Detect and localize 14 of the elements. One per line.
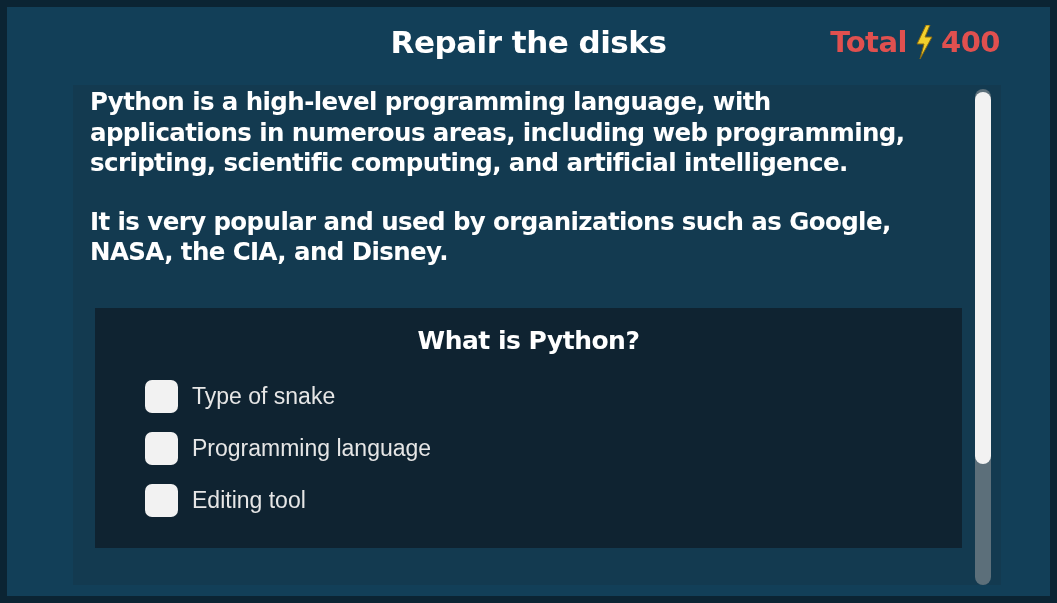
total-label: Total <box>830 25 907 59</box>
option-label[interactable]: Type of snake <box>192 382 336 410</box>
scrollbar[interactable] <box>975 89 991 585</box>
option-label[interactable]: Editing tool <box>192 486 306 514</box>
total-value: 400 <box>940 25 1000 59</box>
option-label[interactable]: Programming language <box>192 434 432 462</box>
paragraph: It is very popular and used by organizations such as Google, NASA, the CIA, and Disney. <box>90 206 892 268</box>
question: What is Python? <box>416 325 641 355</box>
checkbox[interactable] <box>145 379 178 413</box>
checkbox[interactable] <box>145 483 178 517</box>
paragraph: Python is a high-level programming language, with applications in numerous areas, including web programming, scripting, scientific computing, and artificial intelligence. <box>90 87 906 179</box>
scroll-thumb[interactable] <box>975 92 991 464</box>
screen-title: Repair the disks <box>390 24 667 60</box>
checkbox[interactable] <box>145 431 178 465</box>
